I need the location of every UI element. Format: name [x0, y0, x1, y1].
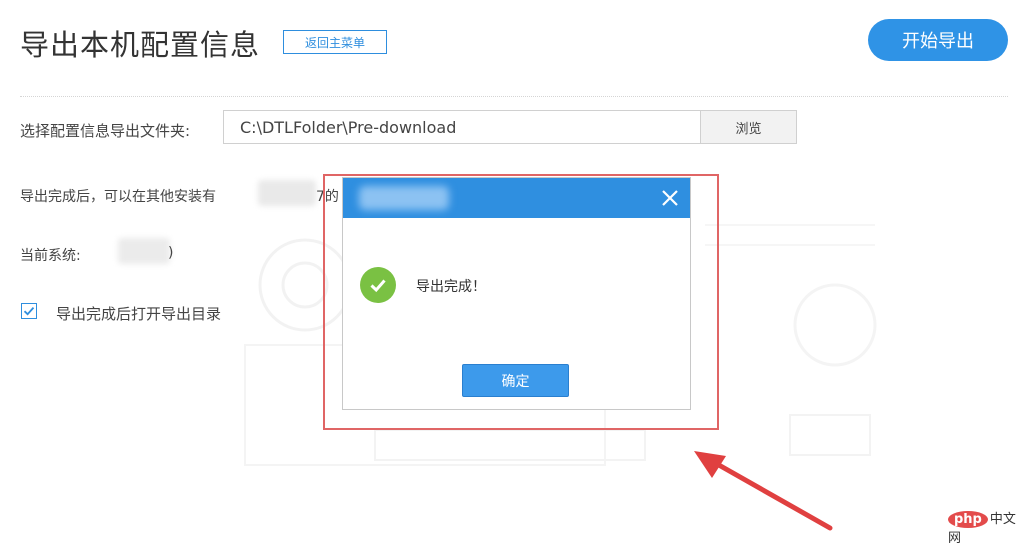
dialog-message: 导出完成！ — [416, 279, 486, 295]
checkmark-icon — [23, 307, 35, 316]
confirm-button[interactable]: 确定 — [462, 364, 569, 397]
redacted-system — [118, 238, 170, 264]
redacted-title — [359, 186, 449, 210]
back-to-menu-button[interactable]: 返回主菜单 — [283, 30, 387, 54]
open-dir-label: 导出完成后打开导出目录 — [56, 305, 222, 323]
watermark-php: php — [948, 511, 988, 528]
annotation-arrow-icon — [694, 451, 833, 531]
browse-button[interactable]: 浏览 — [700, 110, 797, 144]
close-icon[interactable] — [655, 182, 685, 214]
dialog-title-bar — [343, 178, 690, 218]
check-circle-icon — [360, 267, 396, 303]
info-text: 导出完成后，可以在其他安装有 — [20, 189, 216, 205]
divider — [20, 96, 1008, 97]
open-dir-checkbox[interactable] — [21, 303, 37, 319]
start-export-button[interactable]: 开始导出 — [868, 19, 1008, 61]
redacted-text — [258, 180, 316, 206]
current-system-label: 当前系统: — [20, 248, 81, 264]
export-complete-dialog: 导出完成！ 确定 — [342, 177, 691, 410]
page-title: 导出本机配置信息 — [20, 28, 261, 62]
folder-path-input[interactable] — [223, 110, 701, 144]
watermark-logo: php 中文网 — [948, 508, 1028, 546]
folder-label: 选择配置信息导出文件夹: — [20, 122, 191, 140]
system-suffix: ) — [168, 245, 174, 261]
